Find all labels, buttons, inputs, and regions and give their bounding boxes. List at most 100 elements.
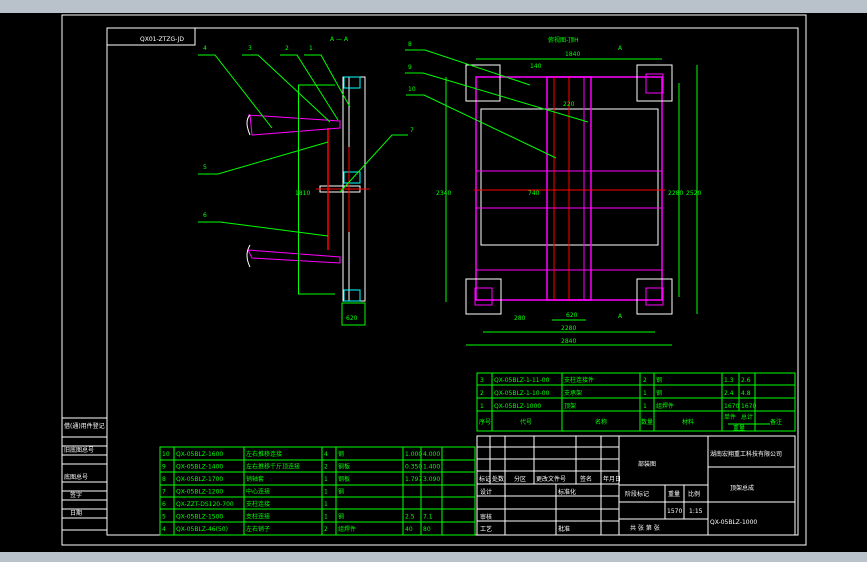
svg-text:标记: 标记	[479, 475, 491, 483]
parts-cell-mat: 钢	[338, 450, 344, 458]
svg-text:620: 620	[346, 315, 358, 322]
parts-cell-name: 左右推移千斤顶连接	[246, 463, 300, 471]
svg-text:总计: 总计	[741, 413, 753, 421]
parts-cell-code: QX-05BLZ-1400	[176, 464, 223, 471]
svg-text:2280: 2280	[561, 325, 576, 332]
parts-cell-mat: 钢	[656, 389, 662, 397]
svg-text:140: 140	[530, 63, 542, 70]
svg-text:单件: 单件	[724, 413, 736, 421]
svg-text:分区: 分区	[514, 475, 526, 483]
svg-text:280: 280	[514, 315, 526, 322]
parts-cell-code: QX-05BLZ-1200	[176, 489, 223, 496]
svg-text:1810: 1810	[295, 190, 310, 197]
svg-text:更改文件号: 更改文件号	[536, 475, 566, 483]
parts-cell-mat: 钢	[338, 513, 344, 521]
parts-cell-total: 4.000	[423, 451, 440, 458]
svg-text:220: 220	[563, 101, 575, 108]
parts-cell-mat: 组焊件	[656, 402, 674, 410]
parts-cell-qty: 1	[324, 476, 328, 483]
svg-text:1: 1	[309, 45, 313, 52]
svg-text:重量: 重量	[668, 490, 680, 498]
parts-cell-qty: 1	[324, 489, 328, 496]
parts-cell-code: QX-05BLZ-1000	[494, 403, 541, 410]
parts-cell-no: 2	[480, 390, 484, 397]
parts-cell-unit: 2.4	[724, 390, 734, 397]
parts-cell-code: QX-05BLZ-1-11-00	[494, 377, 550, 384]
svg-text:共 张 第 张: 共 张 第 张	[630, 524, 660, 532]
svg-text:7: 7	[410, 127, 414, 134]
parts-cell-no: 10	[162, 451, 170, 458]
parts-cell-no: 8	[162, 476, 166, 483]
svg-text:代号: 代号	[520, 418, 532, 426]
svg-text:年月日: 年月日	[603, 475, 621, 483]
parts-cell-name: 支承架	[564, 389, 582, 397]
parts-cell-mat: 钢板	[338, 463, 350, 471]
svg-text:旧底图总号: 旧底图总号	[64, 446, 94, 454]
svg-text:740: 740	[528, 190, 540, 197]
model-space-background	[0, 13, 867, 552]
parts-cell-total: 1670	[741, 403, 756, 410]
svg-text:审核: 审核	[480, 513, 492, 521]
svg-text:9: 9	[408, 64, 412, 71]
company-name: 湖南宏翔重工科技有限公司	[710, 450, 782, 458]
parts-cell-no: 3	[480, 377, 484, 384]
parts-cell-name: 顶架	[564, 402, 576, 410]
parts-cell-mat: 钢	[656, 376, 662, 384]
parts-cell-name: 左右销子	[246, 525, 270, 533]
parts-cell-total: 4.8	[741, 390, 751, 397]
svg-text:数量: 数量	[641, 418, 653, 426]
drawing-canvas[interactable]: QX01-ZTZG-JD 借(通)用件登记 旧底图总号 底图总号 签字 日期 A…	[0, 0, 867, 562]
svg-text:5: 5	[203, 164, 207, 171]
cad-viewport[interactable]: QX01-ZTZG-JD 借(通)用件登记 旧底图总号 底图总号 签字 日期 A…	[0, 0, 867, 562]
svg-text:借(通)用件登记: 借(通)用件登记	[64, 422, 105, 430]
parts-cell-total: 2.6	[741, 377, 751, 384]
parts-cell-unit: 1.797	[405, 476, 422, 483]
svg-text:A — A: A — A	[330, 36, 349, 43]
svg-text:处数: 处数	[492, 475, 504, 483]
svg-text:6: 6	[203, 212, 207, 219]
svg-text:标准化: 标准化	[558, 488, 576, 496]
svg-text:620: 620	[566, 312, 578, 319]
parts-cell-qty: 1	[324, 501, 328, 508]
parts-cell-qty: 1	[324, 514, 328, 521]
tag-number: QX01-ZTZG-JD	[140, 36, 184, 43]
svg-text:1840: 1840	[565, 51, 580, 58]
svg-text:日期: 日期	[70, 509, 82, 517]
svg-text:2280: 2280	[668, 190, 683, 197]
parts-cell-unit: 0.350	[405, 464, 422, 471]
parts-cell-name: 左右推移连接	[246, 450, 282, 458]
parts-cell-no: 7	[162, 489, 166, 496]
parts-cell-name: 支柱连接	[246, 500, 270, 508]
assembly-name: 顶架总成	[730, 484, 754, 492]
parts-cell-qty: 2	[324, 526, 328, 533]
svg-text:备注: 备注	[770, 418, 782, 426]
parts-cell-code: QX-05BLZ-1500	[176, 514, 223, 521]
parts-cell-name: 销轴套	[246, 475, 264, 483]
parts-cell-no: 6	[162, 501, 166, 508]
parts-cell-code: QX-05BLZ-46(50)	[176, 526, 228, 533]
svg-text:比例: 比例	[688, 490, 700, 498]
svg-text:底图总号: 底图总号	[64, 473, 88, 481]
svg-text:重量: 重量	[733, 424, 745, 432]
parts-cell-qty: 1	[643, 403, 647, 410]
parts-cell-qty: 1	[643, 390, 647, 397]
parts-cell-mat: 钢	[338, 488, 344, 496]
parts-cell-no: 5	[162, 514, 166, 521]
svg-text:2340: 2340	[436, 190, 451, 197]
drawing-type: 部装图	[638, 460, 656, 468]
svg-text:2520: 2520	[686, 190, 701, 197]
parts-cell-mat: 组焊件	[338, 525, 356, 533]
parts-cell-qty: 2	[324, 464, 328, 471]
parts-cell-code: QX-05BLZ-1-10-00	[494, 390, 550, 397]
parts-cell-unit: 1.3	[724, 377, 734, 384]
svg-text:签字: 签字	[70, 491, 82, 499]
parts-cell-unit: 40	[405, 526, 413, 533]
svg-text:名称: 名称	[595, 418, 607, 426]
svg-text:1570: 1570	[667, 508, 682, 515]
parts-cell-code: QX-05BLZ-1700	[176, 476, 223, 483]
parts-cell-unit: 1.000	[405, 451, 422, 458]
svg-text:阶段标记: 阶段标记	[625, 490, 649, 498]
svg-text:2: 2	[285, 45, 289, 52]
svg-text:4: 4	[203, 45, 207, 52]
parts-cell-total: 7.1	[423, 514, 433, 521]
